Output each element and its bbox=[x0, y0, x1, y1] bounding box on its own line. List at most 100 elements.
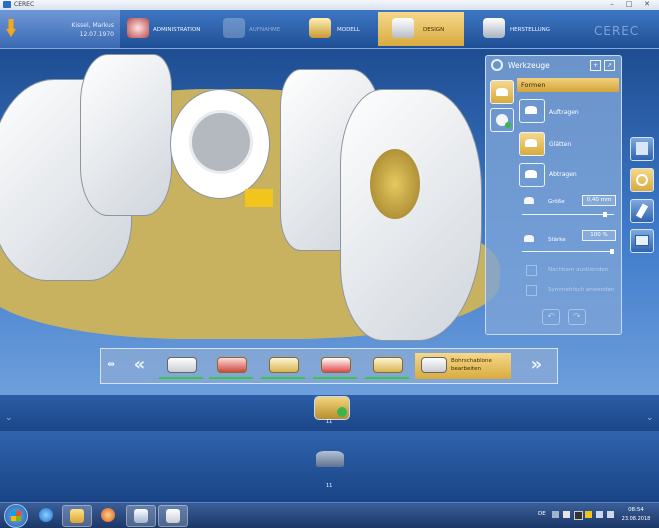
step-label: DESIGN bbox=[423, 27, 445, 33]
strength-slider-knob[interactable] bbox=[610, 249, 614, 254]
category-forms-button[interactable] bbox=[490, 80, 514, 104]
remove-material-icon bbox=[525, 170, 537, 178]
implant-marker bbox=[245, 189, 273, 207]
preparation-area: 11 bbox=[0, 431, 659, 502]
category-header: Formen bbox=[517, 78, 619, 92]
toolbar-item-crown[interactable] bbox=[363, 353, 411, 379]
step-administration[interactable]: ADMINISTRATION bbox=[124, 12, 216, 46]
toolbar-item-margin[interactable] bbox=[207, 353, 255, 379]
cerec-logo: CEREC bbox=[594, 24, 640, 38]
taskbar-app-cerec[interactable] bbox=[158, 505, 188, 527]
complete-indicator bbox=[261, 377, 305, 379]
preparation-thumbnail[interactable] bbox=[316, 451, 344, 467]
tray-arrow-icon[interactable] bbox=[552, 511, 559, 518]
model-strip: ⌄ ⌄ 11 bbox=[0, 395, 659, 431]
size-icon bbox=[524, 197, 534, 204]
model-thumbnail[interactable] bbox=[314, 396, 350, 420]
workflow-bar: Kissel, Markus 12.07.1970 ADMINISTRATION… bbox=[0, 10, 659, 49]
design-icon bbox=[392, 18, 414, 38]
abtragen-label: Abtragen bbox=[549, 171, 577, 178]
expand-button[interactable]: ↗ bbox=[604, 60, 615, 71]
taskbar-app-ie[interactable] bbox=[32, 505, 60, 525]
tray-app-icon[interactable] bbox=[574, 511, 583, 520]
design-toolbar: ⇹ « Bohrschablone bearbeiten » bbox=[100, 348, 558, 384]
tray-flag-icon[interactable] bbox=[563, 511, 570, 518]
network-icon[interactable] bbox=[596, 511, 603, 518]
template-segment[interactable] bbox=[80, 54, 172, 216]
margin-tool-icon bbox=[217, 357, 247, 373]
hide-neighbors-checkbox[interactable] bbox=[526, 265, 537, 276]
toolbar-item-arch[interactable] bbox=[259, 353, 307, 379]
step-modell[interactable]: MODELL bbox=[306, 12, 374, 46]
media-player-icon bbox=[101, 508, 115, 522]
close-button[interactable]: ✕ bbox=[640, 0, 654, 9]
add-material-icon bbox=[525, 106, 537, 114]
toolbar-item-restoration[interactable] bbox=[311, 353, 359, 379]
windows-logo-icon bbox=[11, 511, 21, 521]
tools-panel-title: Werkzeuge bbox=[508, 61, 550, 70]
glaetten-button[interactable] bbox=[519, 132, 545, 156]
maximize-button[interactable]: □ bbox=[622, 0, 636, 9]
jaw-icon bbox=[127, 18, 149, 38]
down-arrow-icon bbox=[6, 19, 16, 37]
screenshot-button[interactable] bbox=[630, 229, 654, 253]
toolbar-item-bohrschablone[interactable]: Bohrschablone bearbeiten bbox=[415, 353, 511, 379]
taskbar-app-tool[interactable] bbox=[126, 505, 156, 527]
cerec-app-icon bbox=[3, 1, 11, 8]
auftragen-button[interactable] bbox=[519, 99, 545, 123]
patient-button[interactable]: Kissel, Markus 12.07.1970 bbox=[0, 10, 120, 48]
start-button[interactable] bbox=[4, 504, 28, 528]
size-slider-knob[interactable] bbox=[602, 212, 607, 217]
strength-input[interactable]: 100 % bbox=[582, 230, 616, 241]
abtragen-button[interactable] bbox=[519, 163, 545, 187]
step-design[interactable]: DESIGN bbox=[378, 12, 464, 46]
taskbar-app-media[interactable] bbox=[94, 505, 122, 525]
chevron-down-icon[interactable]: ⌄ bbox=[646, 413, 654, 423]
camera-icon bbox=[223, 18, 245, 38]
complete-indicator bbox=[313, 377, 357, 379]
view-cube-button[interactable] bbox=[630, 137, 654, 161]
minimize-button[interactable]: – bbox=[605, 0, 619, 9]
drill-sleeve[interactable] bbox=[170, 89, 270, 199]
step-label: AUFNAHME bbox=[249, 27, 281, 33]
clock-time[interactable]: 08:54 bbox=[617, 507, 655, 513]
strength-slider[interactable] bbox=[522, 249, 614, 254]
size-slider[interactable] bbox=[522, 212, 614, 217]
auftragen-label: Auftragen bbox=[549, 109, 579, 116]
pin-button[interactable]: + bbox=[590, 60, 601, 71]
smooth-icon bbox=[525, 139, 537, 147]
redo-button[interactable]: ↷ bbox=[568, 309, 586, 325]
collapse-toolbar-icon[interactable]: ⇹ bbox=[104, 354, 118, 376]
plus-badge-icon bbox=[505, 122, 511, 128]
volume-icon[interactable] bbox=[607, 511, 614, 518]
taskbar-app-explorer[interactable] bbox=[62, 505, 92, 527]
tray-warning-icon[interactable] bbox=[585, 511, 592, 518]
chevron-down-icon[interactable]: ⌄ bbox=[5, 413, 13, 423]
symmetric-checkbox[interactable] bbox=[526, 285, 537, 296]
drill-hole bbox=[189, 110, 253, 174]
tooth-ring-icon bbox=[636, 174, 648, 186]
category-other-button[interactable] bbox=[490, 108, 514, 132]
language-indicator[interactable]: DE bbox=[538, 511, 546, 517]
glaetten-label: Glätten bbox=[549, 141, 572, 148]
patient-dob: 12.07.1970 bbox=[79, 31, 114, 38]
step-label: HERSTELLUNG bbox=[510, 27, 551, 33]
tool-cursor-button[interactable] bbox=[630, 199, 654, 223]
drill-icon bbox=[635, 203, 649, 219]
toolbar-next-button[interactable]: » bbox=[517, 354, 551, 376]
toolbar-prev-button[interactable]: « bbox=[120, 354, 154, 376]
view-tooth-button[interactable] bbox=[630, 168, 654, 192]
gear-icon bbox=[491, 59, 503, 71]
cerec-taskbar-icon bbox=[166, 509, 180, 523]
milling-icon bbox=[483, 18, 505, 38]
model-tooth-number: 11 bbox=[326, 419, 333, 425]
toolbar-item-axis[interactable] bbox=[157, 353, 205, 379]
step-herstellung[interactable]: HERSTELLUNG bbox=[480, 12, 564, 46]
undo-button[interactable]: ↶ bbox=[542, 309, 560, 325]
model-icon bbox=[309, 18, 331, 38]
clock-date[interactable]: 23.08.2018 bbox=[617, 516, 655, 522]
complete-indicator bbox=[159, 377, 203, 379]
crown-tool-icon bbox=[373, 357, 403, 373]
template-segment-right[interactable] bbox=[340, 89, 482, 341]
size-input[interactable]: 0,40 mm bbox=[582, 195, 616, 206]
